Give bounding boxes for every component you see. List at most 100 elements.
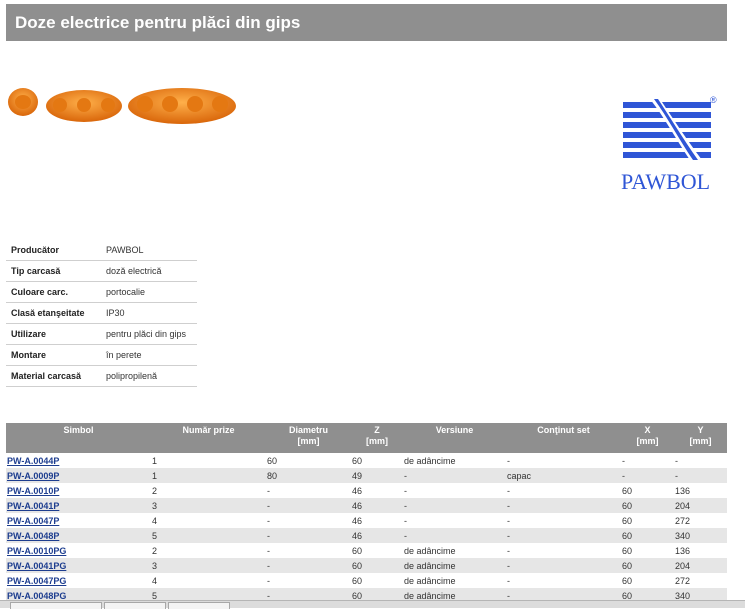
property-value: în perete bbox=[101, 344, 197, 366]
property-row: Material carcasă polipropilenă bbox=[6, 365, 197, 387]
cell-x: 60 bbox=[622, 575, 633, 586]
cell-prize: 4 bbox=[152, 515, 158, 526]
cell-continut: - bbox=[507, 485, 510, 496]
table-row: PW-A.0041P 3-46- -60 204 bbox=[6, 498, 727, 513]
cell-prize: 3 bbox=[151, 498, 266, 513]
cell-y: 272 bbox=[675, 575, 691, 586]
product-symbol-link[interactable]: PW-A.0010PG bbox=[7, 546, 66, 556]
product-symbol-link[interactable]: PW-A.0048PG bbox=[7, 591, 66, 601]
table-row: PW-A.0048P 5-46- -60 340 bbox=[6, 528, 727, 543]
property-label: Tip carcasă bbox=[6, 260, 101, 282]
property-row: Clasă etanşeitate IP30 bbox=[6, 302, 197, 324]
table-header-row: Simbol Număr prize Diametru [mm] Z [mm] Ve… bbox=[6, 423, 727, 453]
product-symbol-link[interactable]: PW-A.0010P bbox=[7, 486, 59, 496]
product-symbol-link[interactable]: PW-A.0041PG bbox=[7, 561, 66, 571]
cell-y: 340 bbox=[674, 528, 727, 543]
cell-versiune: - bbox=[403, 468, 506, 483]
property-label: Montare bbox=[6, 344, 101, 366]
product-symbol-link[interactable]: PW-A.0048P bbox=[7, 531, 59, 541]
bottom-tab[interactable] bbox=[104, 602, 166, 609]
product-symbol-link[interactable]: PW-A.0047P bbox=[7, 516, 59, 526]
cell-continut: - bbox=[507, 575, 510, 586]
col-header-continut[interactable]: Conţinut set bbox=[506, 423, 621, 453]
table-row: PW-A.0010PG 2 - 60 de adâncime - 60 136 bbox=[6, 543, 727, 558]
cell-prize: 1 bbox=[151, 468, 266, 483]
pawbol-logo: PAWBOL ® bbox=[620, 93, 722, 194]
property-value: polipropilenă bbox=[101, 365, 197, 387]
cell-diametru: - bbox=[267, 545, 270, 556]
product-symbol-link[interactable]: PW-A.0047PG bbox=[7, 576, 66, 586]
property-value: PAWBOL bbox=[101, 240, 197, 261]
table-row: PW-A.0044P 1 60 60 de adâncime - - - bbox=[6, 453, 727, 468]
cell-versiune: de adâncime bbox=[404, 455, 456, 466]
cell-x: 60 bbox=[622, 545, 633, 556]
cell-versiune: - bbox=[403, 498, 506, 513]
pawbol-logo-mark: PAWBOL ® bbox=[621, 95, 717, 194]
cell-prize: 2 bbox=[152, 485, 158, 496]
cell-versiune: - bbox=[403, 528, 506, 543]
cell-versiune: de adâncime bbox=[404, 575, 456, 586]
bottom-tab[interactable] bbox=[10, 602, 102, 609]
cell-diametru: 60 bbox=[267, 455, 278, 466]
cell-y: - bbox=[675, 455, 678, 466]
registered-mark: ® bbox=[710, 95, 717, 105]
property-value: doză electrică bbox=[101, 260, 197, 282]
product-image bbox=[8, 88, 236, 124]
page-title: Doze electrice pentru plăci din gips bbox=[15, 13, 301, 32]
cell-z: 60 bbox=[352, 545, 363, 556]
col-header-versiune[interactable]: Versiune bbox=[403, 423, 506, 453]
cell-diametru: - bbox=[267, 515, 270, 526]
table-row: PW-A.0047P 4 - 46 - - 60 272 bbox=[6, 513, 727, 528]
col-header-simbol[interactable]: Simbol bbox=[6, 423, 151, 453]
cell-x: 60 bbox=[621, 498, 674, 513]
cell-diametru: - bbox=[266, 558, 351, 573]
cell-versiune: - bbox=[404, 485, 407, 496]
col-header-diametru[interactable]: Diametru [mm] bbox=[266, 423, 351, 453]
cell-y: 204 bbox=[674, 558, 727, 573]
bottom-tab[interactable] bbox=[168, 602, 230, 609]
product-symbol-link[interactable]: PW-A.0044P bbox=[7, 456, 59, 466]
cell-continut: - bbox=[507, 545, 510, 556]
col-header-x[interactable]: X [mm] bbox=[621, 423, 674, 453]
property-label: Clasă etanşeitate bbox=[6, 302, 101, 324]
property-label: Culoare carc. bbox=[6, 281, 101, 303]
cell-x: 60 bbox=[622, 485, 633, 496]
cell-diametru: - bbox=[267, 485, 270, 496]
products-table: Simbol Număr prize Diametru [mm] Z [mm] Ve… bbox=[6, 423, 727, 603]
cell-z: 46 bbox=[351, 498, 403, 513]
property-row: Tip carcasă doză electrică bbox=[6, 260, 197, 282]
cell-continut: - bbox=[506, 528, 621, 543]
property-value: IP30 bbox=[101, 302, 197, 324]
cell-simbol: PW-A.0041PG bbox=[6, 558, 151, 573]
cell-continut: - bbox=[506, 498, 621, 513]
cell-versiune: - bbox=[404, 515, 407, 526]
cell-prize: 5 bbox=[151, 528, 266, 543]
col-header-y[interactable]: Y [mm] bbox=[674, 423, 727, 453]
cell-y: 136 bbox=[675, 545, 691, 556]
cell-z: 46 bbox=[351, 528, 403, 543]
cell-diametru: - bbox=[267, 575, 270, 586]
table-row: PW-A.0010P 2 - 46 - - 60 136 bbox=[6, 483, 727, 498]
property-row: Utilizare pentru plăci din gips bbox=[6, 323, 197, 345]
cell-z: 49 bbox=[351, 468, 403, 483]
col-header-prize[interactable]: Număr prize bbox=[151, 423, 266, 453]
cell-diametru: - bbox=[266, 528, 351, 543]
product-symbol-link[interactable]: PW-A.0041P bbox=[7, 501, 59, 511]
cell-simbol: PW-A.0010PG bbox=[6, 543, 151, 558]
cell-prize: 2 bbox=[152, 545, 158, 556]
cell-x: - bbox=[622, 455, 625, 466]
property-label: Material carcasă bbox=[6, 365, 101, 387]
cell-simbol: PW-A.0041P bbox=[6, 498, 151, 513]
cell-z: 60 bbox=[352, 455, 363, 466]
cell-continut: capac bbox=[506, 468, 621, 483]
cell-versiune: de adâncime bbox=[404, 545, 456, 556]
col-header-z[interactable]: Z [mm] bbox=[351, 423, 403, 453]
cell-y: 204 bbox=[674, 498, 727, 513]
cell-simbol: PW-A.0047PG bbox=[6, 573, 151, 588]
cell-simbol: PW-A.0048P bbox=[6, 528, 151, 543]
property-row: Culoare carc. portocalie bbox=[6, 281, 197, 303]
property-value: portocalie bbox=[101, 281, 197, 303]
cell-diametru: 80 bbox=[266, 468, 351, 483]
product-symbol-link[interactable]: PW-A.0009P bbox=[7, 471, 59, 481]
cell-x: - bbox=[621, 468, 674, 483]
